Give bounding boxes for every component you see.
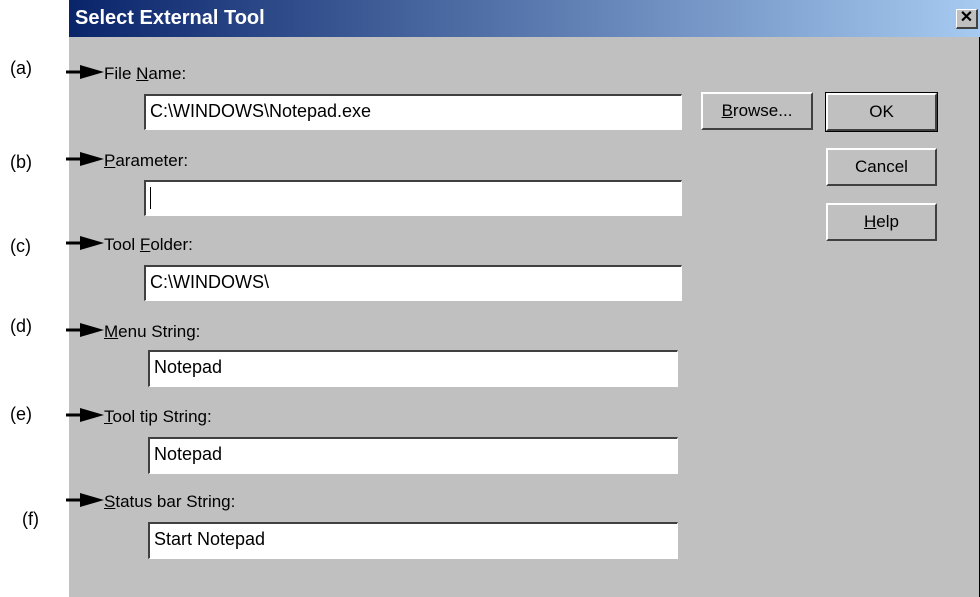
callout-e: (e) bbox=[10, 404, 32, 424]
menu-string-value: Notepad bbox=[154, 357, 223, 377]
tool-folder-value: C:\WINDOWS\ bbox=[150, 272, 269, 292]
status-bar-string-label: Status bar String: bbox=[104, 492, 236, 511]
title-bar[interactable]: Select External Tool ✕ bbox=[69, 0, 980, 37]
status-bar-string-value: Start Notepad bbox=[154, 529, 266, 549]
callout-a: (a) bbox=[10, 58, 32, 78]
tool-folder-label: Tool Folder: bbox=[104, 235, 193, 254]
parameter-field[interactable] bbox=[144, 180, 682, 216]
file-name-value: C:\WINDOWS\Notepad.exe bbox=[150, 101, 372, 121]
callout-f: (f) bbox=[22, 509, 39, 529]
tool-folder-field[interactable]: C:\WINDOWS\ bbox=[144, 265, 682, 301]
browse-button[interactable]: Browse... bbox=[701, 92, 813, 130]
close-icon: ✕ bbox=[959, 9, 974, 26]
cancel-button[interactable]: Cancel bbox=[826, 148, 937, 186]
pointer-arrow-a-icon bbox=[66, 65, 104, 79]
tool-tip-string-value: Notepad bbox=[154, 444, 223, 464]
dialog-title: Select External Tool bbox=[75, 7, 265, 29]
pointer-arrow-b-icon bbox=[66, 152, 104, 166]
parameter-label: Parameter: bbox=[104, 151, 189, 170]
tool-tip-string-field[interactable]: Notepad bbox=[148, 437, 678, 474]
help-button[interactable]: Help bbox=[826, 203, 937, 241]
callout-b: (b) bbox=[10, 152, 32, 172]
menu-string-label: Menu String: bbox=[104, 322, 201, 341]
text-caret bbox=[150, 187, 151, 210]
pointer-arrow-f-icon bbox=[66, 493, 104, 507]
select-external-tool-dialog: Select External Tool ✕ File Name: Parame… bbox=[69, 0, 980, 597]
status-bar-string-field[interactable]: Start Notepad bbox=[148, 522, 678, 559]
close-button[interactable]: ✕ bbox=[956, 9, 978, 29]
pointer-arrow-e-icon bbox=[66, 408, 104, 422]
menu-string-field[interactable]: Notepad bbox=[148, 350, 678, 387]
file-name-field[interactable]: C:\WINDOWS\Notepad.exe bbox=[144, 94, 682, 130]
pointer-arrow-d-icon bbox=[66, 323, 104, 337]
callout-d: (d) bbox=[10, 316, 32, 336]
file-name-label: File Name: bbox=[104, 64, 187, 83]
tool-tip-string-label: Tool tip String: bbox=[104, 407, 212, 426]
pointer-arrow-c-icon bbox=[66, 236, 104, 250]
callout-c: (c) bbox=[10, 236, 31, 256]
ok-button[interactable]: OK bbox=[825, 92, 938, 132]
